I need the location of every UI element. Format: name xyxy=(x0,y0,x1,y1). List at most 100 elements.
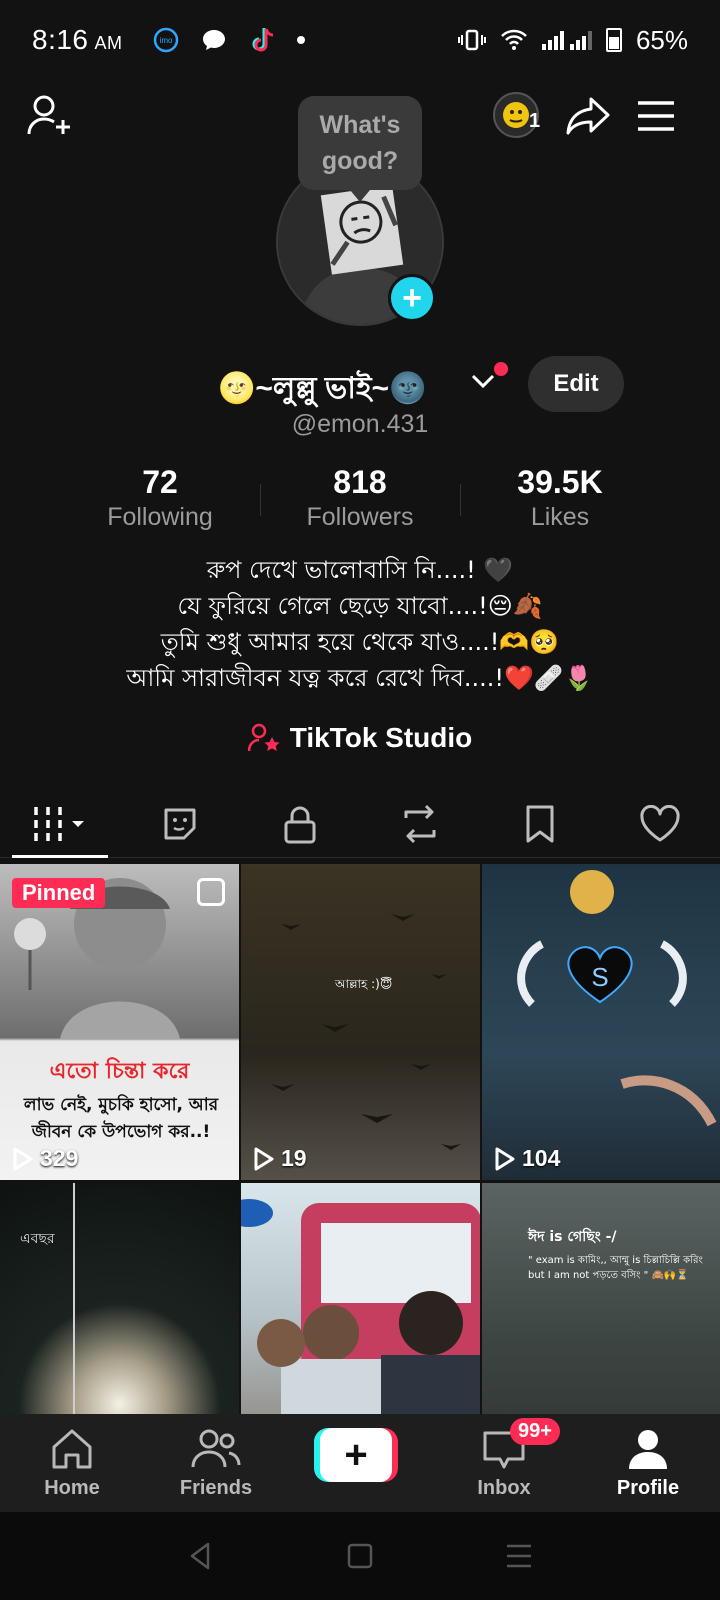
friends-icon xyxy=(191,1429,241,1468)
home-square-icon[interactable] xyxy=(347,1543,373,1569)
nav-friends-label: Friends xyxy=(179,1477,253,1499)
repost-icon xyxy=(404,804,436,843)
tiktok-icon xyxy=(252,28,273,52)
nav-profile[interactable]: Profile xyxy=(576,1414,720,1512)
status-bar: 8:16 AM imo 65% xyxy=(0,0,720,80)
tab-reposts[interactable] xyxy=(360,790,480,857)
following-stat[interactable]: 72 Following xyxy=(60,464,260,534)
notification-dot xyxy=(494,362,508,376)
tab-liked[interactable] xyxy=(600,790,720,857)
video-thumbnail[interactable]: আল্লাহ :)😇 19 xyxy=(241,864,480,1180)
signal-icon xyxy=(541,31,592,50)
nav-home[interactable]: Home xyxy=(0,1414,144,1512)
heart-icon xyxy=(640,804,680,841)
bio-line: তুমি শুধু আমার হয়ে থেকে যাও....!🫶🥺 xyxy=(160,628,560,656)
following-count: 72 xyxy=(142,464,178,500)
svg-text:imo: imo xyxy=(159,36,172,45)
likes-count: 39.5K xyxy=(517,464,603,500)
video-caption: এবছর xyxy=(20,1231,55,1247)
thumbnail-birds-art xyxy=(271,914,461,1150)
nav-home-label: Home xyxy=(44,1477,100,1499)
profile-icon xyxy=(629,1430,667,1469)
bio-line: আমি সারাজীবন যত্ন করে রেখে দিব....!❤️🩹🌷 xyxy=(126,664,594,692)
tab-favorites[interactable] xyxy=(480,790,600,857)
content-tabs xyxy=(0,790,720,858)
account-switch-button[interactable] xyxy=(470,372,496,395)
followers-label: Followers xyxy=(306,503,414,531)
profile-stats: 72 Following 818 Followers 39.5K Likes xyxy=(60,464,660,534)
recents-icon[interactable] xyxy=(504,1543,534,1569)
pinned-badge: Pinned xyxy=(12,878,106,908)
nav-inbox[interactable]: 99+ Inbox xyxy=(432,1414,576,1512)
followers-stat[interactable]: 818 Followers xyxy=(260,464,460,534)
tab-stickers[interactable] xyxy=(120,790,240,857)
likes-label: Likes xyxy=(530,503,590,531)
play-icon xyxy=(495,1147,515,1170)
menu-button[interactable] xyxy=(628,88,684,144)
view-count: 19 xyxy=(253,1145,307,1172)
video-caption-heading: ঈদ is গেছিং -/ xyxy=(528,1229,617,1245)
wifi-icon xyxy=(501,29,527,50)
plus-icon: + xyxy=(320,1428,392,1482)
video-title-text: এতো চিন্তা করে xyxy=(49,1059,190,1084)
bio-line: যে ফুরিয়ে গেলে ছেড়ে যাবো....!😔🍂 xyxy=(177,592,543,620)
bookmark-icon xyxy=(526,805,554,842)
status-note-bubble[interactable]: What's good? xyxy=(298,96,422,202)
view-count: 329 xyxy=(12,1145,78,1172)
hamburger-icon xyxy=(638,101,674,131)
inbox-badge: 99+ xyxy=(510,1418,560,1445)
bottom-navigation: Home Friends + 99+ Inbox Profile xyxy=(0,1414,720,1512)
share-profile-button[interactable] xyxy=(560,88,616,144)
share-icon xyxy=(566,97,610,135)
video-caption-body: " exam is কামিং,, আম্মু is চিল্লাচিল্লি … xyxy=(528,1255,703,1281)
notification-icons: imo xyxy=(153,26,305,54)
back-icon[interactable] xyxy=(186,1541,216,1571)
tiktok-studio-label: TikTok Studio xyxy=(289,722,473,753)
nav-friends[interactable]: Friends xyxy=(144,1414,288,1512)
video-grid: Pinned এতো চিন্তা করে লাভ নেই, মুচকি হাস… xyxy=(0,864,720,1499)
tiktok-studio-link[interactable]: TikTok Studio xyxy=(0,722,720,754)
nav-profile-label: Profile xyxy=(616,1477,680,1499)
bio-line: রুপ দেখে ভালোবাসি নি....! 🖤 xyxy=(206,556,514,584)
nav-create[interactable]: + xyxy=(288,1414,432,1512)
heart-letter: S xyxy=(591,962,608,992)
video-thumbnail[interactable]: Pinned এতো চিন্তা করে লাভ নেই, মুচকি হাস… xyxy=(0,864,239,1180)
following-label: Following xyxy=(107,503,213,531)
followers-count: 818 xyxy=(333,464,387,500)
chevron-down-icon xyxy=(471,374,495,389)
add-user-icon xyxy=(27,95,70,135)
imo-icon: imo xyxy=(153,27,178,53)
message-icon xyxy=(202,30,225,50)
system-status: 65% xyxy=(457,24,688,56)
tab-private[interactable] xyxy=(240,790,360,857)
play-icon xyxy=(13,1147,33,1170)
battery-icon xyxy=(605,28,622,52)
likes-stat[interactable]: 39.5K Likes xyxy=(460,464,660,534)
system-navigation xyxy=(0,1512,720,1600)
creator-star-icon xyxy=(247,723,280,752)
sticker-icon xyxy=(164,808,196,839)
video-subtitle-text: লাভ নেই, মুচকি হাসো, আর জীবন কে উপভোগ কর… xyxy=(23,1095,219,1142)
name-row: 🌝~লুল্লু ভাই~🌚 Edit xyxy=(0,354,720,414)
tab-videos[interactable] xyxy=(0,790,120,858)
video-thumbnail[interactable]: S 104 xyxy=(482,864,720,1180)
display-name: 🌝~লুল্লু ভাই~🌚 xyxy=(218,372,427,405)
more-notifications-dot xyxy=(296,36,305,44)
story-avatar-button[interactable]: 1 xyxy=(484,88,550,144)
nav-inbox-label: Inbox xyxy=(477,1477,531,1499)
add-story-button[interactable]: + xyxy=(388,274,436,322)
status-time: 8:16 AM xyxy=(32,24,123,55)
thumbnail-heart-art: S xyxy=(517,870,717,1127)
vibrate-icon xyxy=(457,29,486,51)
edit-profile-button[interactable]: Edit xyxy=(528,356,624,412)
add-friend-button[interactable] xyxy=(22,88,78,144)
battery-percent: 65% xyxy=(635,24,688,55)
username: @emon.431 xyxy=(291,410,429,438)
bio: রুপ দেখে ভালোবাসি নি....! 🖤 যে ফুরিয়ে গ… xyxy=(0,552,720,696)
video-caption: আল্লাহ :)😇 xyxy=(335,977,393,991)
view-count: 104 xyxy=(494,1145,560,1172)
create-button[interactable]: + xyxy=(314,1428,398,1482)
story-count: 1 xyxy=(529,110,541,132)
grid-videos-icon xyxy=(34,806,84,841)
multi-photo-icon xyxy=(197,878,225,906)
